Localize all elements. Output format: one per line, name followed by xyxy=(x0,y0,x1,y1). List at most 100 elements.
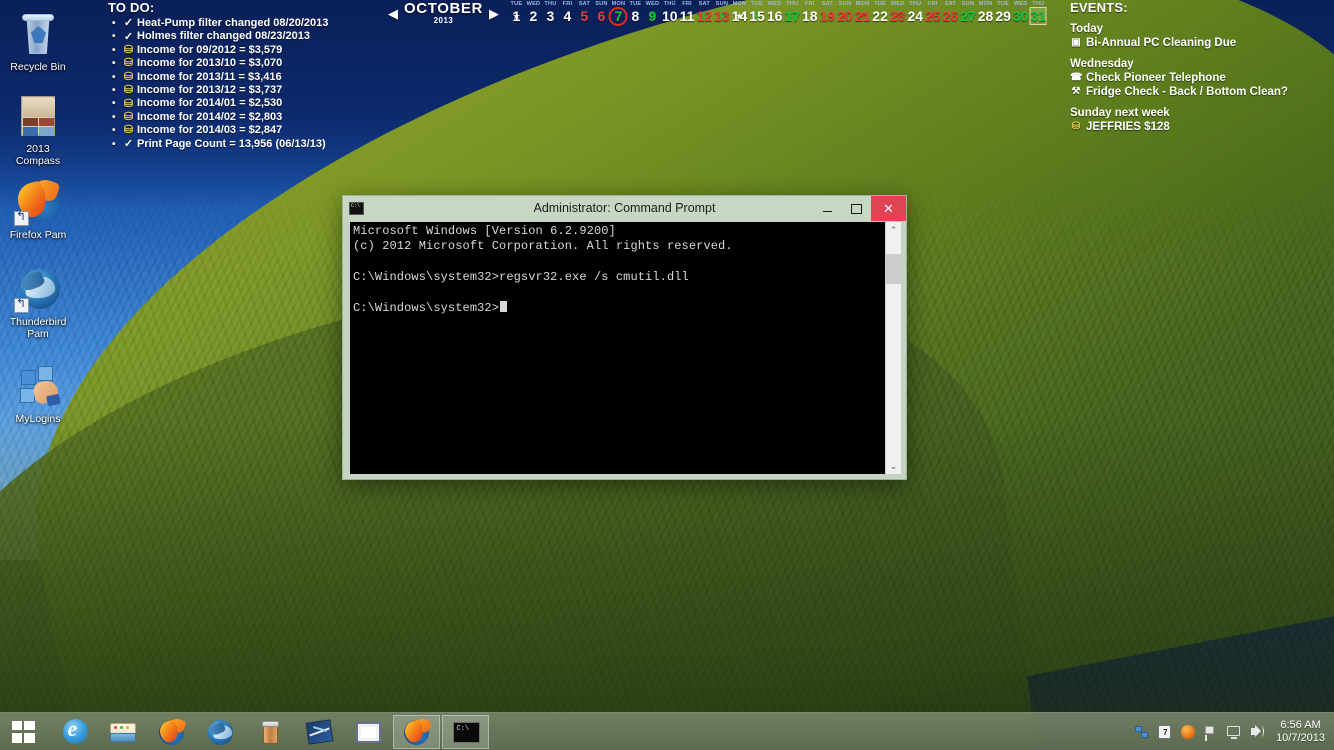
maximize-button[interactable] xyxy=(842,196,871,221)
file-explorer-icon xyxy=(108,718,138,746)
calendar-day[interactable]: ✿ WED 30 xyxy=(1012,0,1030,25)
taskbar-item-internet-explorer[interactable] xyxy=(50,715,97,749)
calendar-day[interactable]: ✿ SUN 13 xyxy=(713,0,731,25)
calendar-day[interactable]: THU 24 xyxy=(906,0,924,25)
desktop-icon-label: Thunderbird Pam xyxy=(9,316,67,340)
events-group-day: Sunday next week xyxy=(1070,107,1170,119)
calendar-day[interactable]: THU 3 xyxy=(542,0,559,25)
calendar-day-of-week: FRI xyxy=(804,1,815,7)
todo-item-label: Income for 2014/02 = $2,803 xyxy=(137,110,283,123)
close-button[interactable]: ✕ xyxy=(871,196,906,221)
calendar-day[interactable]: ❖ WED 23 xyxy=(889,0,907,25)
taskbar-clock[interactable]: 6:56 AM 10/7/2013 xyxy=(1272,719,1325,745)
calendar-day-of-week: TUE xyxy=(510,1,523,7)
calendar-day-of-week: WED xyxy=(645,1,660,7)
desktop-icon-mylogins[interactable]: MyLogins xyxy=(0,362,76,425)
volume-icon[interactable] xyxy=(1249,724,1265,740)
calendar-day[interactable]: TUE 29 xyxy=(994,0,1012,25)
calendar-day[interactable]: ✿ SAT 12 xyxy=(696,0,714,25)
calendar-day-number: 9 xyxy=(648,8,657,24)
calendar-day-number: 31 xyxy=(1030,8,1047,24)
calendar-day-of-week: SUN xyxy=(838,1,852,7)
calendar-day[interactable]: WED 16 xyxy=(766,0,784,25)
todo-item: • ⛁ Income for 2013/12 = $3,737 xyxy=(108,84,370,97)
console-area[interactable]: Microsoft Windows [Version 6.2.9200] (c)… xyxy=(350,222,901,474)
calendar-day[interactable]: MON 28 xyxy=(977,0,995,25)
calendar-day-number: 19 xyxy=(819,8,836,24)
calendar-day[interactable]: ✿ THU 17 xyxy=(783,0,801,25)
scroll-up-icon[interactable]: ⌃ xyxy=(886,222,901,238)
bullet-icon: • xyxy=(112,98,116,110)
taskbar-item-thunderbird[interactable] xyxy=(197,715,244,749)
taskbar-item-firefox[interactable] xyxy=(148,715,195,749)
calendar-day[interactable]: WED 2 xyxy=(525,0,542,25)
calendar-day[interactable]: ✿ TUE 15 xyxy=(748,0,766,25)
calendar-day-number: 5 xyxy=(580,8,589,24)
calendar-day[interactable]: FRI 18 xyxy=(801,0,819,25)
calendar-day[interactable]: ★ TUE 1 xyxy=(508,0,525,25)
calendar-day-number: 14 xyxy=(731,8,748,24)
desktop-icon-2013-compass[interactable]: 2013 Compass xyxy=(0,92,76,167)
calendar-day-number: 13 xyxy=(714,8,730,24)
calendar-day[interactable]: ❖ FRI 25 xyxy=(924,0,942,25)
console-text-content: Microsoft Windows [Version 6.2.9200] (c)… xyxy=(353,224,733,316)
minimize-button[interactable] xyxy=(813,196,842,221)
calendar-day[interactable]: ✿ WED 9 xyxy=(644,0,661,25)
start-button[interactable] xyxy=(0,713,46,750)
calendar-day-number: 30 xyxy=(1012,8,1029,24)
taskbar-item-command-prompt[interactable]: C:\ xyxy=(442,714,489,749)
console-output[interactable]: Microsoft Windows [Version 6.2.9200] (c)… xyxy=(350,222,885,474)
calendar-day-number: 6 xyxy=(597,8,606,24)
calendar-day[interactable]: THU 10 xyxy=(661,0,679,25)
console-scrollbar[interactable]: ⌃ ⌄ xyxy=(885,222,901,474)
thunderbird-icon xyxy=(14,265,62,313)
calendar-day[interactable]: ❖ SUN 20 xyxy=(836,0,854,25)
money-bag-icon: ⛁ xyxy=(1071,121,1081,132)
calendar-day-of-week: WED xyxy=(890,1,905,7)
taskbar-item-firefox-window[interactable] xyxy=(393,714,440,749)
calendar-day[interactable]: FRI 4 xyxy=(559,0,576,25)
calendar-day[interactable]: SUN 6 xyxy=(593,0,610,25)
desktop-icon-firefox-pam[interactable]: Firefox Pam xyxy=(0,176,76,241)
display-icon[interactable] xyxy=(1226,724,1242,740)
calendar-day-of-week: TUE xyxy=(997,1,1010,7)
todo-item-label: Income for 09/2012 = $3,579 xyxy=(137,43,283,56)
calendar-day-of-week: FRI xyxy=(928,1,938,7)
calendar-day-of-week: TUE xyxy=(874,1,886,7)
todo-item: • ⛁ Income for 2014/03 = $2,847 xyxy=(108,124,370,137)
taskbar-item-file-explorer[interactable] xyxy=(99,715,146,749)
calendar-day[interactable]: SAT 19 xyxy=(819,0,837,25)
taskbar-item-jar-app[interactable] xyxy=(246,715,293,749)
desktop-icon-recycle-bin[interactable]: Recycle Bin xyxy=(0,10,76,73)
calendar-day[interactable]: ★ MON 14 xyxy=(731,0,749,25)
calendar-prev-button[interactable]: ◀ xyxy=(384,0,402,28)
desktop-icon-thunderbird-pam[interactable]: Thunderbird Pam xyxy=(0,265,76,340)
clock-date: 10/7/2013 xyxy=(1276,731,1325,744)
calendar-day-number: 25 xyxy=(925,8,941,24)
calendar-next-button[interactable]: ▶ xyxy=(485,0,503,28)
money-bag-icon: ⛁ xyxy=(123,44,134,57)
taskbar-item-chart-app[interactable] xyxy=(295,715,342,749)
update-icon[interactable] xyxy=(1180,724,1196,740)
calendar-day[interactable]: TUE 22 xyxy=(871,0,889,25)
photo-folder-icon xyxy=(14,92,62,140)
calendar-day[interactable]: ✿ SUN 27 xyxy=(959,0,977,25)
todo-item: • ⛁ Income for 2013/10 = $3,070 xyxy=(108,57,370,70)
window-title-bar[interactable]: Administrator: Command Prompt ✕ xyxy=(343,196,906,221)
scroll-down-icon[interactable]: ⌄ xyxy=(886,458,901,474)
taskbar-item-media-app[interactable] xyxy=(344,715,391,749)
calendar-day[interactable]: ❖ MON 21 xyxy=(854,0,872,25)
calendar-day[interactable]: SAT 26 xyxy=(942,0,960,25)
calendar-icon[interactable] xyxy=(1157,724,1173,740)
flag-icon[interactable] xyxy=(1203,724,1219,741)
calendar-day[interactable]: THU 31 xyxy=(1029,0,1048,25)
command-prompt-window[interactable]: Administrator: Command Prompt ✕ Microsof… xyxy=(342,195,907,480)
calendar-day[interactable]: MON 7 xyxy=(608,0,628,26)
chart-icon xyxy=(304,718,334,746)
calendar-day[interactable]: FRI 11 xyxy=(679,0,696,25)
calendar-day[interactable]: SAT 5 xyxy=(576,0,593,25)
scrollbar-thumb[interactable] xyxy=(886,254,901,284)
calendar-day-of-week: WED xyxy=(1013,1,1028,7)
network-icon[interactable] xyxy=(1134,724,1150,740)
calendar-day[interactable]: TUE 8 xyxy=(627,0,644,25)
